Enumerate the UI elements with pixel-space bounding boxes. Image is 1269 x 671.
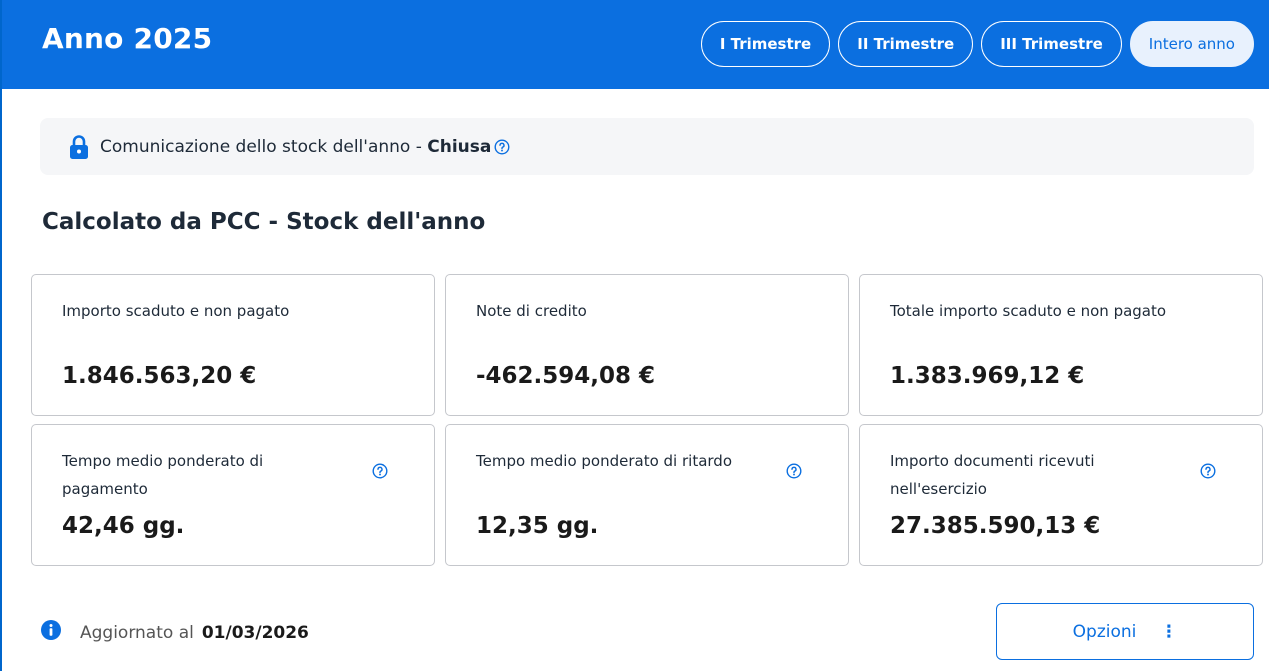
help-icon[interactable] <box>372 463 388 479</box>
stock-status-notice: Comunicazione dello stock dell'anno - Ch… <box>40 118 1254 175</box>
page-title: Anno 2025 <box>42 22 213 55</box>
lock-icon <box>68 134 90 160</box>
card-value: 1.846.563,20 € <box>62 363 257 389</box>
card-note-credito: Note di credito -462.594,08 € <box>445 274 849 416</box>
page-frame: Anno 2025 I Trimestre II Trimestre III T… <box>0 0 1269 671</box>
card-label: Tempo medio ponderato di pagamento <box>62 452 264 498</box>
help-icon[interactable] <box>1200 463 1216 479</box>
tab-ii-trimestre[interactable]: II Trimestre <box>838 21 974 67</box>
card-label: Importo documenti ricevuti nell'esercizi… <box>890 452 1095 498</box>
updated-date: 01/03/2026 <box>201 622 309 643</box>
section-title: Calcolato da PCC - Stock dell'anno <box>42 209 486 235</box>
card-label: Importo scaduto e non pagato <box>62 302 290 320</box>
help-icon[interactable] <box>494 138 510 155</box>
info-icon <box>40 619 62 646</box>
card-label: Totale importo scaduto e non pagato <box>890 302 1167 320</box>
options-button[interactable]: Opzioni ⋮ <box>996 603 1254 660</box>
card-value: 27.385.590,13 € <box>890 513 1101 539</box>
card-label: Tempo medio ponderato di ritardo <box>476 452 733 470</box>
options-label: Opzioni <box>1072 621 1137 642</box>
card-value: 42,46 gg. <box>62 513 185 539</box>
last-updated: Aggiornato al 01/03/2026 <box>40 619 309 646</box>
updated-label: Aggiornato al <box>80 622 194 643</box>
help-icon[interactable] <box>786 463 802 479</box>
tab-iii-trimestre[interactable]: III Trimestre <box>981 21 1122 67</box>
tab-i-trimestre[interactable]: I Trimestre <box>700 21 831 67</box>
notice-status: Chiusa <box>427 136 492 157</box>
tab-intero-anno[interactable]: Intero anno <box>1129 21 1254 67</box>
card-importo-scaduto: Importo scaduto e non pagato 1.846.563,2… <box>31 274 435 416</box>
notice-label: Comunicazione dello stock dell'anno - <box>100 136 428 157</box>
card-tempo-ritardo: Tempo medio ponderato di ritardo 12,35 g… <box>445 424 849 566</box>
card-tempo-pagamento: Tempo medio ponderato di pagamento 42,46… <box>31 424 435 566</box>
card-importo-documenti: Importo documenti ricevuti nell'esercizi… <box>859 424 1263 566</box>
card-value: 1.383.969,12 € <box>890 363 1085 389</box>
period-tabs: I Trimestre II Trimestre III Trimestre I… <box>700 21 1254 67</box>
header-bar: Anno 2025 I Trimestre II Trimestre III T… <box>2 0 1269 89</box>
card-value: -462.594,08 € <box>476 363 656 389</box>
card-totale-importo: Totale importo scaduto e non pagato 1.38… <box>859 274 1263 416</box>
notice-text: Comunicazione dello stock dell'anno - Ch… <box>100 137 491 157</box>
more-vertical-icon: ⋮ <box>1160 621 1178 642</box>
card-label: Note di credito <box>476 302 587 320</box>
card-value: 12,35 gg. <box>476 513 599 539</box>
